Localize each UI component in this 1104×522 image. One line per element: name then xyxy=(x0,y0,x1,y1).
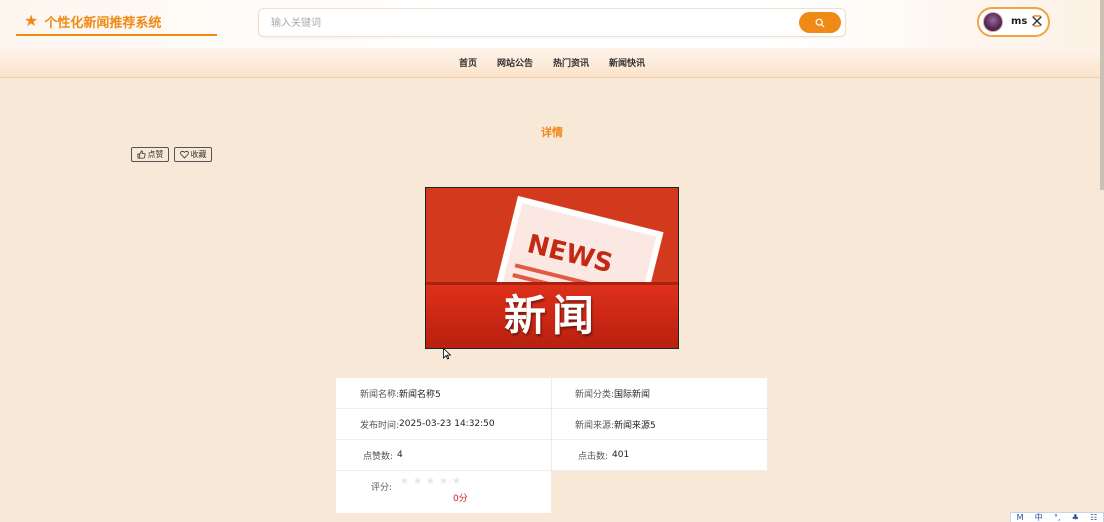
rating-star-icon[interactable]: ★ xyxy=(426,476,435,487)
page-scrollbar[interactable] xyxy=(1100,0,1104,190)
rating-star-icon[interactable]: ★ xyxy=(439,476,448,487)
publish-time-label: 发布时间: xyxy=(360,420,400,431)
news-name-label: 新闻名称: xyxy=(360,389,400,400)
ime-lang-toggle[interactable]: 中 xyxy=(1035,513,1043,522)
nav-item-home[interactable]: 首页 xyxy=(459,56,477,69)
ime-menu-icon[interactable]: ☷ xyxy=(1090,513,1097,522)
rating-star-icon[interactable]: ★ xyxy=(400,476,409,487)
news-cover-image: NEWS 新闻 xyxy=(425,187,679,349)
ime-punct-icon[interactable]: °, xyxy=(1054,513,1061,522)
clicks-value: 401 xyxy=(612,450,630,460)
nav-item-announcements[interactable]: 网站公告 xyxy=(497,56,533,69)
publish-time-value: 2025-03-23 14:32:50 xyxy=(399,419,495,429)
page-title: 详情 xyxy=(541,126,563,139)
news-category-value: 国际新闻 xyxy=(614,389,651,400)
nav-item-hot-news[interactable]: 热门资讯 xyxy=(553,56,589,69)
news-category-cell: 新闻分类: 国际新闻 xyxy=(552,378,767,409)
news-name-cell: 新闻名称: 新闻名称5 xyxy=(336,378,551,409)
mouse-cursor-icon xyxy=(443,348,451,360)
rating-label: 评分: xyxy=(371,483,393,493)
search-icon xyxy=(815,18,825,27)
like-label: 点赞 xyxy=(147,150,164,159)
rating-star-icon[interactable]: ★ xyxy=(413,476,422,487)
news-source-value: 新闻来源5 xyxy=(614,420,656,431)
ime-toolbar: M 中 °, ♣ ☷ xyxy=(1010,512,1104,522)
ime-skin-icon[interactable]: ♣ xyxy=(1072,513,1079,522)
like-button[interactable]: 点赞 xyxy=(131,147,169,162)
search-input[interactable] xyxy=(271,14,791,32)
likes-label: 点赞数: xyxy=(363,451,394,462)
favorite-button[interactable]: 收藏 xyxy=(174,147,212,162)
likes-value: 4 xyxy=(397,450,403,460)
star-icon: ★ xyxy=(24,11,39,30)
news-category-label: 新闻分类: xyxy=(575,389,615,400)
news-source-cell: 新闻来源: 新闻来源5 xyxy=(552,409,767,440)
news-name-value: 新闻名称5 xyxy=(399,389,441,400)
favorite-label: 收藏 xyxy=(190,150,207,159)
ime-logo-icon[interactable]: M xyxy=(1017,513,1024,522)
avatar[interactable] xyxy=(983,12,1003,32)
clicks-label: 点击数: xyxy=(578,451,609,462)
username: ms xyxy=(1011,16,1028,27)
user-menu[interactable]: ms xyxy=(977,7,1050,37)
site-title: 个性化新闻推荐系统 xyxy=(44,15,162,31)
publish-time-cell: 发布时间: 2025-03-23 14:32:50 xyxy=(336,409,551,440)
logout-icon[interactable] xyxy=(1030,14,1044,28)
search-box xyxy=(258,8,846,37)
rating-score: 0分 xyxy=(453,494,468,504)
header: ★ 个性化新闻推荐系统 ms xyxy=(0,0,1104,48)
rating-cell: 评分: ★ ★ ★ ★ ★ 0分 xyxy=(336,471,551,513)
heart-icon xyxy=(179,150,189,159)
nav-item-news-flash[interactable]: 新闻快讯 xyxy=(609,56,645,69)
main-nav: 首页 网站公告 热门资讯 新闻快讯 xyxy=(0,48,1104,78)
site-logo[interactable]: ★ 个性化新闻推荐系统 xyxy=(16,8,217,36)
likes-cell: 点赞数: 4 xyxy=(336,440,551,471)
search-button[interactable] xyxy=(799,12,841,33)
clicks-cell: 点击数: 401 xyxy=(552,440,767,471)
thumbs-up-icon xyxy=(136,150,146,159)
news-banner-text: 新闻 xyxy=(503,291,600,340)
rating-stars[interactable]: ★ ★ ★ ★ ★ xyxy=(400,476,461,487)
news-source-label: 新闻来源: xyxy=(575,420,615,431)
rating-star-icon[interactable]: ★ xyxy=(452,476,461,487)
